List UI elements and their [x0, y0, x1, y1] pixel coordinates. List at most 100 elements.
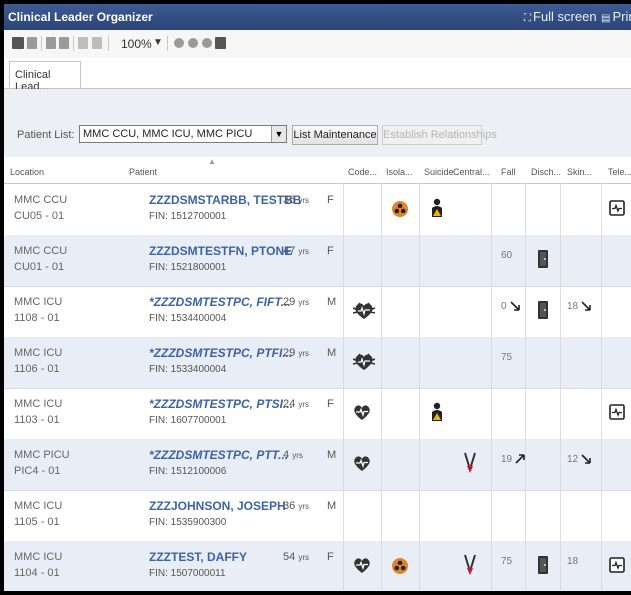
monitor-icon[interactable]	[609, 557, 625, 578]
skin-risk-score[interactable]: 12	[567, 454, 591, 465]
patient-name-link[interactable]: *ZZZDSMTESTPC, PTFI...	[149, 346, 292, 360]
fin-number: FIN: 1535900300	[149, 517, 227, 528]
age-unit: yrs	[292, 451, 303, 460]
options-icon[interactable]	[202, 38, 212, 48]
patient-list-filter-bar: Patient List: MMC CCU, MMC ICU, MMC PICU…	[4, 89, 631, 157]
export-icon[interactable]	[215, 37, 226, 49]
room-label: 1103 - 01	[14, 414, 60, 426]
unit-label: MMC CCU	[14, 194, 68, 206]
table-row[interactable]: MMC CCU CU05 - 01 ZZZDSMSTARBB, TESTBB FIN:…	[4, 184, 631, 236]
column-header-fall[interactable]: Fall	[501, 167, 516, 177]
table-row[interactable]: MMC CCU CU01 - 01 ZZZDSMTESTFN, PTONE FIN: …	[4, 235, 631, 287]
age-unit: yrs	[298, 400, 309, 409]
zoom-out-icon[interactable]	[92, 37, 102, 49]
fall-risk-score[interactable]: 19	[501, 454, 525, 465]
dnr-heart-icon[interactable]	[352, 353, 376, 376]
table-row[interactable]: MMC ICU 1108 - 01 *ZZZDSMTESTPC, FIFT... FI…	[4, 286, 631, 338]
age-value: 36	[283, 500, 296, 512]
monitor-icon[interactable]	[609, 404, 625, 425]
biohazard-icon[interactable]	[391, 557, 409, 580]
room-label: 1105 - 01	[14, 516, 60, 528]
zoom-in-icon[interactable]	[78, 37, 88, 49]
column-header-skin[interactable]: Skin...	[567, 167, 592, 177]
door-icon[interactable]	[537, 300, 549, 325]
list-maintenance-button[interactable]: List Maintenance	[292, 125, 378, 145]
table-row[interactable]: MMC ICU 1103 - 01 *ZZZDSMTESTPC, PTSI... FI…	[4, 388, 631, 440]
monitor-icon[interactable]	[609, 200, 625, 221]
age: 36 yrs	[283, 500, 309, 512]
age: 4 yrs	[283, 449, 303, 461]
age: 24 yrs	[283, 398, 309, 410]
heart-icon[interactable]	[353, 404, 371, 426]
table-row[interactable]: MMC ICU 1105 - 01 ZZZJOHNSON, JOSEPH FIN: 1…	[4, 490, 631, 542]
sort-ascending-icon: ▲	[208, 157, 216, 166]
settings-icon[interactable]	[188, 38, 198, 48]
central-line-icon[interactable]	[462, 554, 478, 581]
person-warning-icon[interactable]	[430, 402, 444, 427]
patient-name-link[interactable]: ZZZDSMSTARBB, TESTBB	[149, 193, 301, 207]
table-row[interactable]: MMC ICU 1104 - 01 ZZZTEST, DAFFY FIN: 15070…	[4, 541, 631, 591]
printer-icon: ▤	[601, 13, 611, 24]
column-header-central[interactable]: Central...	[453, 167, 490, 177]
fall-risk-score[interactable]: 0	[501, 301, 520, 312]
column-header-isolation[interactable]: Isola...	[386, 167, 413, 177]
heart-icon[interactable]	[353, 455, 371, 477]
unit-label: MMC ICU	[14, 398, 63, 410]
page-last-icon[interactable]	[59, 37, 69, 49]
column-divider	[381, 183, 382, 591]
zoom-level[interactable]: 100%	[121, 37, 152, 51]
refresh-icon[interactable]	[174, 38, 184, 48]
patient-name-link[interactable]: ZZZJOHNSON, JOSEPH	[149, 499, 286, 513]
biohazard-icon[interactable]	[391, 200, 409, 223]
tab-clinical-leader[interactable]: Clinical Lead...	[9, 61, 81, 93]
window-title: Clinical Leader Organizer	[8, 10, 153, 24]
column-divider	[343, 183, 344, 591]
column-header-code[interactable]: Code...	[348, 167, 377, 177]
patient-name-link[interactable]: *ZZZDSMTESTPC, PTT...	[149, 448, 288, 462]
patient-list-select[interactable]: MMC CCU, MMC ICU, MMC PICU	[79, 125, 287, 143]
heart-icon[interactable]	[353, 557, 371, 579]
room-label: 1104 - 01	[14, 567, 60, 579]
zoom-dropdown-icon[interactable]: ▼	[153, 37, 163, 48]
door-icon[interactable]	[537, 555, 549, 580]
sex: M	[327, 296, 337, 308]
patient-name-link[interactable]: *ZZZDSMTESTPC, FIFT...	[149, 295, 291, 309]
column-divider	[560, 183, 561, 591]
fall-risk-score[interactable]: 75	[501, 352, 512, 363]
column-header-patient[interactable]: Patient	[129, 167, 157, 177]
location-cell: MMC PICU PIC4 - 01	[14, 447, 70, 479]
unit-label: MMC ICU	[14, 500, 63, 512]
print-button[interactable]: ▤Prin	[601, 9, 631, 24]
page-first-icon[interactable]	[46, 37, 56, 49]
room-label: 1108 - 01	[14, 312, 60, 324]
toolbar-divider	[73, 36, 74, 51]
central-line-icon[interactable]	[462, 452, 478, 479]
patient-name-link[interactable]: *ZZZDSMTESTPC, PTSI...	[149, 397, 293, 411]
column-header-tele[interactable]: Tele...	[608, 167, 631, 177]
fin-number: FIN: 1512100006	[149, 466, 227, 477]
dnr-heart-icon[interactable]	[352, 302, 376, 325]
document-icon[interactable]	[27, 37, 37, 49]
chevron-down-icon[interactable]: ▼	[271, 126, 286, 142]
column-header-discharge[interactable]: Disch...	[531, 167, 561, 177]
unit-label: MMC PICU	[14, 449, 70, 461]
fall-risk-score[interactable]: 60	[501, 250, 512, 261]
age-unit: yrs	[298, 196, 309, 205]
patient-name-link[interactable]: ZZZDSMTESTFN, PTONE	[149, 244, 292, 258]
full-screen-button[interactable]: ⛶ Full screen	[524, 9, 597, 24]
fall-risk-score[interactable]: 75	[501, 556, 512, 567]
skin-risk-score[interactable]: 18	[567, 301, 591, 312]
column-header-suicide[interactable]: Suicide	[424, 167, 454, 177]
binoculars-icon[interactable]	[12, 37, 24, 49]
age: 29 yrs	[283, 296, 309, 308]
column-divider	[525, 183, 526, 591]
table-row[interactable]: MMC ICU 1106 - 01 *ZZZDSMTESTPC, PTFI... FI…	[4, 337, 631, 389]
patient-name-link[interactable]: ZZZTEST, DAFFY	[149, 550, 247, 564]
age-unit: yrs	[298, 298, 309, 307]
establish-relationships-button[interactable]: Establish Relationships	[382, 125, 497, 145]
skin-risk-score[interactable]: 18	[567, 556, 578, 567]
column-header-location[interactable]: Location	[10, 167, 44, 177]
table-row[interactable]: MMC PICU PIC4 - 01 *ZZZDSMTESTPC, PTT... FI…	[4, 439, 631, 491]
person-warning-icon[interactable]	[430, 198, 444, 223]
door-icon[interactable]	[537, 249, 549, 274]
